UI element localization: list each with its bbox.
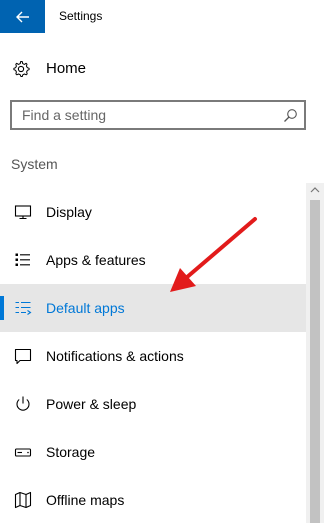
sidebar-nav: Display Apps & features Default apps Not… (0, 188, 306, 524)
section-title-system: System (11, 156, 58, 172)
vertical-scrollbar[interactable] (306, 183, 324, 523)
sidebar-item-label: Offline maps (46, 492, 125, 508)
title-bar: Settings (0, 0, 324, 33)
notification-icon (14, 348, 32, 365)
sidebar-item-label: Notifications & actions (46, 348, 184, 364)
sidebar-item-label: Storage (46, 444, 96, 460)
sidebar-item-label: Power & sleep (46, 396, 137, 412)
back-arrow-icon (15, 11, 29, 22)
sidebar-item-offline-maps[interactable]: Offline maps (0, 476, 306, 524)
search-input[interactable] (12, 103, 272, 127)
sidebar-item-default-apps[interactable]: Default apps (0, 284, 306, 332)
map-icon (14, 491, 32, 509)
scroll-up-arrow-icon[interactable] (306, 183, 324, 197)
sidebar-item-label: Apps & features (46, 252, 146, 268)
sidebar-item-storage[interactable]: Storage (0, 428, 306, 476)
scrollbar-thumb[interactable] (310, 200, 320, 523)
search-box (10, 100, 306, 130)
sidebar-item-power-sleep[interactable]: Power & sleep (0, 380, 306, 428)
search-icon[interactable] (283, 108, 298, 123)
storage-icon (14, 448, 32, 457)
home-nav-item[interactable]: Home (0, 52, 324, 86)
selected-indicator (0, 296, 4, 320)
sidebar-item-apps-features[interactable]: Apps & features (0, 236, 306, 284)
sidebar-item-notifications-actions[interactable]: Notifications & actions (0, 332, 306, 380)
home-label: Home (46, 60, 87, 77)
back-button[interactable] (0, 0, 45, 33)
sidebar-item-label: Display (46, 204, 92, 220)
window-title: Settings (59, 9, 103, 23)
apps-list-icon (15, 253, 30, 266)
sidebar-item-label: Default apps (46, 300, 125, 316)
power-icon (16, 396, 30, 411)
default-apps-icon (15, 301, 32, 315)
gear-icon (13, 61, 30, 77)
sidebar-item-display[interactable]: Display (0, 188, 306, 236)
monitor-icon (14, 205, 32, 220)
